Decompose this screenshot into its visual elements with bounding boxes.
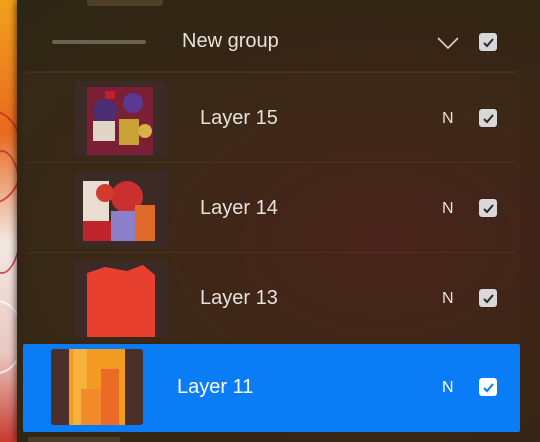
layer-row[interactable]: Layer 15 N [23, 72, 520, 162]
layer-thumbnail [51, 349, 143, 425]
group-visibility-checkbox[interactable] [479, 33, 497, 51]
layer-name: Layer 13 [200, 287, 278, 309]
blend-mode-button[interactable]: N [442, 379, 454, 397]
layer-row[interactable]: Layer 14 N [23, 162, 520, 252]
layer-row-selected[interactable]: Layer 11 N [23, 344, 520, 432]
checkmark-icon [482, 382, 494, 392]
blend-mode-button[interactable]: N [442, 110, 454, 128]
layer-row[interactable]: Layer 13 N [23, 252, 520, 342]
layer-group-row[interactable]: New group [23, 0, 520, 72]
checkmark-icon [482, 113, 494, 123]
checkmark-icon [482, 203, 494, 213]
layer-thumbnail [75, 81, 167, 157]
group-collapse-bar [52, 40, 146, 44]
layer-visibility-checkbox[interactable] [479, 109, 497, 127]
layer-visibility-checkbox[interactable] [479, 199, 497, 217]
layer-thumbnail [75, 261, 167, 337]
checkmark-icon [482, 37, 494, 47]
checkmark-icon [482, 293, 494, 303]
chevron-down-icon[interactable] [437, 36, 459, 50]
group-name: New group [182, 30, 279, 52]
layer-visibility-checkbox[interactable] [479, 289, 497, 307]
layer-name: Layer 15 [200, 107, 278, 129]
layer-name: Layer 14 [200, 197, 278, 219]
layer-name: Layer 11 [177, 376, 254, 398]
layer-thumbnail [75, 171, 167, 247]
blend-mode-button[interactable]: N [442, 290, 454, 308]
blend-mode-button[interactable]: N [442, 200, 454, 218]
next-row-edge [28, 437, 120, 442]
layer-visibility-checkbox[interactable] [479, 378, 497, 396]
